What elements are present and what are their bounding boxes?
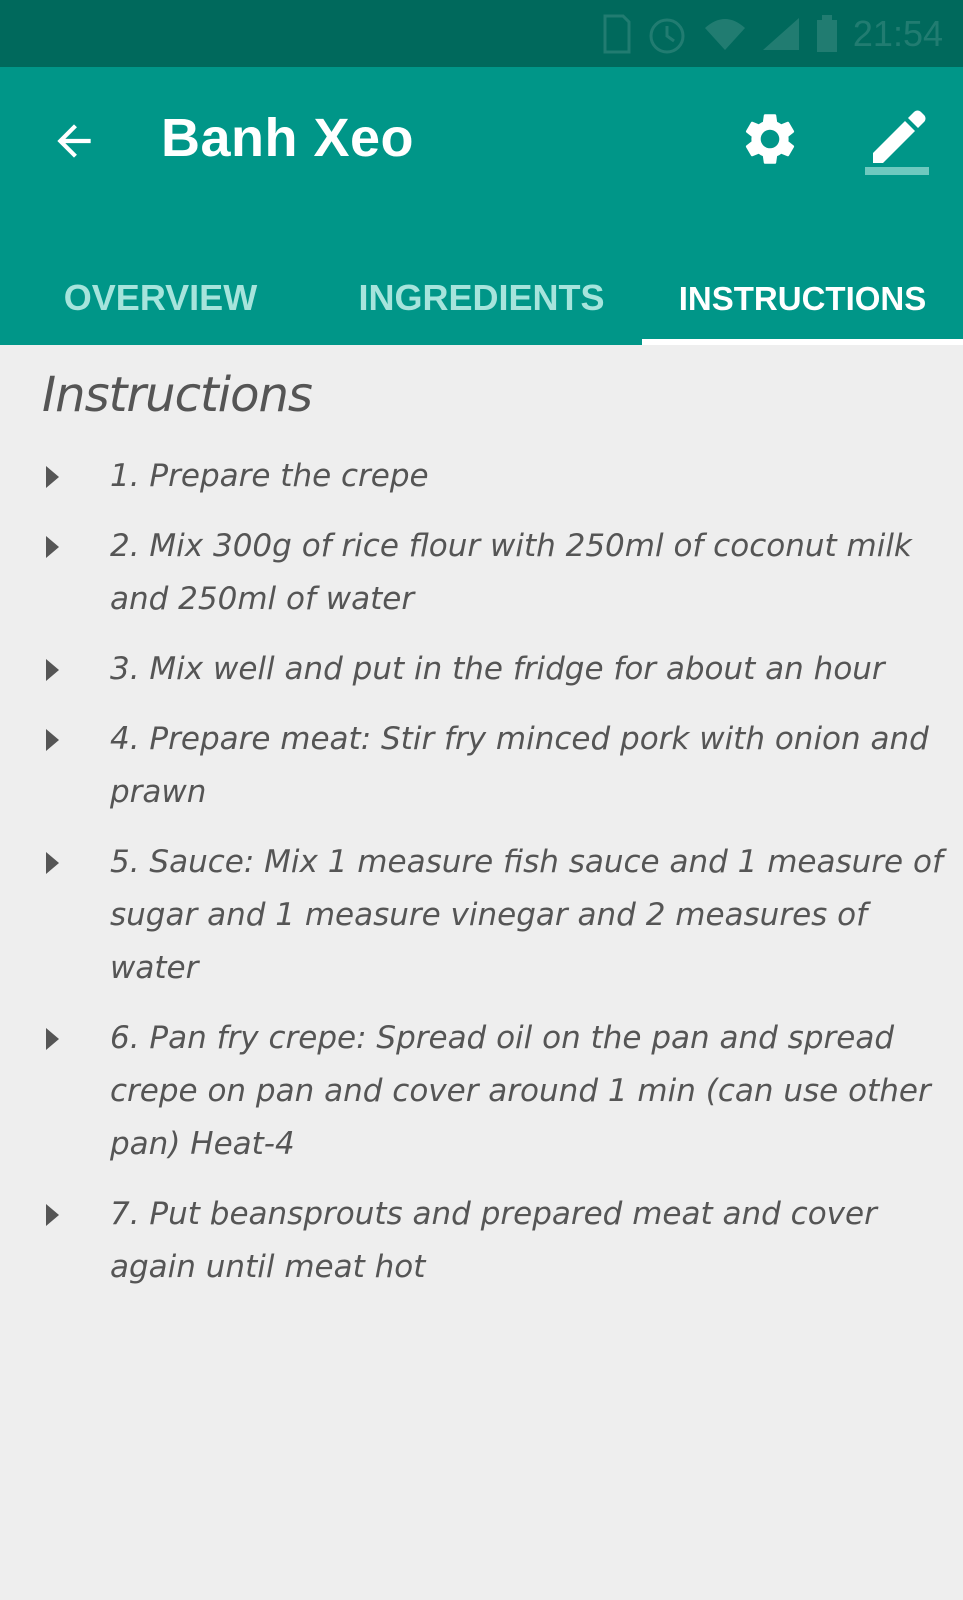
steps-list: 1. Prepare the crepe 2. Mix 300g of rice… — [0, 450, 963, 1311]
bullet-arrow-icon — [46, 536, 59, 558]
bullet-arrow-icon — [46, 1204, 59, 1226]
tab-overview[interactable]: OVERVIEW — [0, 277, 321, 345]
battery-icon — [816, 15, 837, 52]
list-item: 4. Prepare meat: Stir fry minced pork wi… — [0, 713, 963, 819]
back-button[interactable] — [36, 103, 112, 179]
step-text: 2. Mix 300g of rice flour with 250ml of … — [110, 528, 912, 617]
bullet-arrow-icon — [46, 852, 59, 874]
bullet-arrow-icon — [46, 1028, 59, 1050]
status-bar: 21:54 — [0, 0, 963, 67]
section-title: Instructions — [42, 367, 313, 423]
bullet-arrow-icon — [46, 659, 59, 681]
alarm-icon — [649, 18, 685, 54]
tab-label: OVERVIEW — [63, 277, 258, 318]
step-text: 3. Mix well and put in the fridge for ab… — [110, 651, 885, 687]
step-text: 5. Sauce: Mix 1 measure fish sauce and 1… — [110, 844, 943, 986]
tab-bar: OVERVIEW INGREDIENTS INSTRUCTIONS — [0, 277, 963, 345]
list-item: 7. Put beansprouts and prepared meat and… — [0, 1188, 963, 1294]
settings-button[interactable] — [730, 99, 810, 179]
list-item: 5. Sauce: Mix 1 measure fish sauce and 1… — [0, 836, 963, 995]
step-text: 1. Prepare the crepe — [110, 458, 429, 494]
instructions-content[interactable]: Instructions 1. Prepare the crepe 2. Mix… — [0, 345, 963, 1600]
arrow-back-icon — [57, 124, 91, 158]
list-item: 3. Mix well and put in the fridge for ab… — [0, 643, 963, 696]
list-item: 1. Prepare the crepe — [0, 450, 963, 503]
sim-icon — [603, 14, 631, 54]
step-text: 7. Put beansprouts and prepared meat and… — [110, 1196, 877, 1285]
wifi-icon — [704, 19, 745, 50]
step-text: 6. Pan fry crepe: Spread oil on the pan … — [110, 1020, 931, 1162]
edit-button[interactable] — [858, 99, 938, 179]
list-item: 6. Pan fry crepe: Spread oil on the pan … — [0, 1012, 963, 1171]
tab-label: INSTRUCTIONS — [678, 280, 927, 317]
tab-instructions[interactable]: INSTRUCTIONS — [642, 277, 963, 345]
signal-icon — [762, 18, 799, 50]
page-title: Banh Xeo — [161, 108, 415, 168]
status-time: 21:54 — [852, 13, 943, 54]
app-bar: Banh Xeo OVERVIEW INGREDIENTS INSTRUCTIO… — [0, 67, 963, 345]
status-icons: 21:54 — [603, 10, 943, 58]
bullet-arrow-icon — [46, 729, 59, 751]
pencil-icon — [865, 110, 929, 175]
step-text: 4. Prepare meat: Stir fry minced pork wi… — [110, 721, 929, 810]
bullet-arrow-icon — [46, 466, 59, 488]
tab-ingredients[interactable]: INGREDIENTS — [321, 277, 642, 345]
gear-icon — [745, 114, 795, 164]
list-item: 2. Mix 300g of rice flour with 250ml of … — [0, 520, 963, 626]
tab-label: INGREDIENTS — [358, 277, 605, 318]
